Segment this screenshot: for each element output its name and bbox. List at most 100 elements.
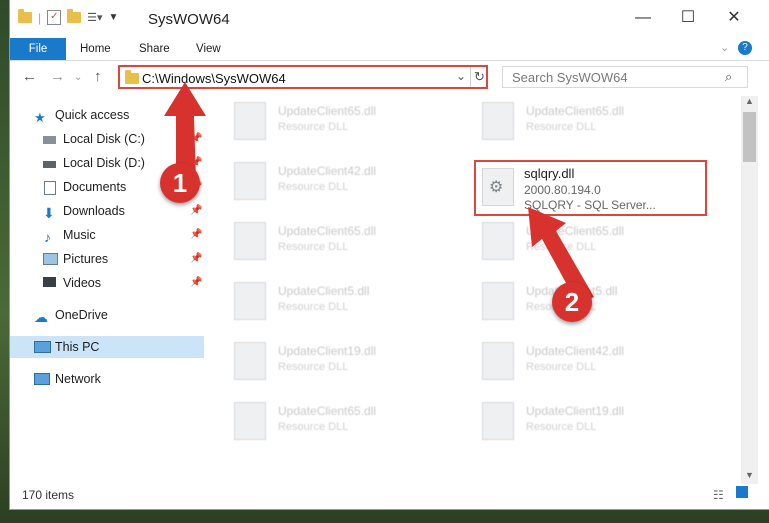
sidebar-item-this-pc[interactable]: This PC — [10, 336, 204, 358]
close-button[interactable]: ✕ — [724, 8, 744, 28]
file-type: Resource DLL — [278, 301, 349, 313]
dll-file-icon — [482, 282, 514, 320]
sidebar-item-label: This PC — [55, 340, 100, 354]
step-marker-1: 1 — [160, 163, 200, 203]
file-name: UpdateClient65.dll — [278, 104, 377, 118]
gear-icon: ⚙ — [489, 179, 504, 196]
picture-icon — [43, 253, 58, 265]
file-tile[interactable]: UpdateClient65.dll Resource DLL — [204, 96, 424, 144]
search-placeholder: Search SysWOW64 — [512, 70, 628, 85]
recent-chevron-icon[interactable]: ⌄ — [74, 72, 82, 83]
download-arrow-icon: ⬇ — [43, 205, 55, 221]
sidebar-item-videos[interactable]: Videos 📌 — [10, 272, 204, 294]
gear-file-icon: ⚙ — [482, 168, 514, 206]
up-arrow-icon[interactable]: ↑ — [94, 68, 102, 85]
file-type: Resource DLL — [526, 421, 597, 433]
folder-icon — [125, 70, 139, 84]
file-type: Resource DLL — [278, 241, 349, 253]
large-icons-view-icon[interactable] — [736, 486, 748, 498]
file-list: UpdateClient65.dll Resource DLL UpdateCl… — [204, 96, 741, 494]
pin-icon[interactable]: 📌 — [190, 248, 202, 270]
search-input[interactable]: Search SysWOW64 ⌕ — [502, 66, 748, 88]
file-tile[interactable]: UpdateClient42.dll Resource DLL — [452, 336, 672, 384]
dll-file-icon — [234, 102, 266, 140]
sidebar-item-network[interactable]: Network — [10, 368, 204, 390]
sidebar-item-label: Videos — [63, 276, 101, 290]
customize-icon[interactable]: ☰▾ — [87, 11, 102, 24]
forward-arrow-icon[interactable]: → — [50, 68, 65, 85]
file-tile[interactable]: UpdateClient5.dll Resource DLL — [204, 276, 424, 324]
file-name: UpdateClient65.dll — [278, 404, 377, 418]
dll-file-icon — [482, 342, 514, 380]
step-marker-2: 2 — [552, 282, 592, 322]
dll-file-icon — [482, 102, 514, 140]
pin-icon[interactable]: 📌 — [190, 272, 202, 294]
music-note-icon: ♪ — [44, 229, 51, 245]
tab-view[interactable]: View — [196, 38, 221, 60]
pin-icon[interactable]: 📌 — [190, 224, 202, 246]
dll-file-icon — [482, 402, 514, 440]
search-icon[interactable]: ⌕ — [725, 69, 732, 85]
details-view-icon[interactable]: ☷ — [713, 488, 724, 502]
file-name: sqlqry.dll — [524, 166, 575, 181]
file-tile[interactable]: UpdateClient19.dll Resource DLL — [452, 396, 672, 444]
explorer-window: | ✓ ☰▾ ▼ SysWOW64 — ☐ ✕ File Home Share … — [10, 0, 769, 509]
expand-ribbon-icon[interactable]: ⌄ — [720, 41, 729, 54]
network-icon — [34, 373, 50, 385]
minimize-button[interactable]: — — [633, 8, 653, 28]
dll-file-icon — [482, 222, 514, 260]
sidebar-item-label: Downloads — [63, 204, 125, 218]
chevron-down-icon[interactable]: ▼ — [109, 12, 119, 23]
separator: | — [38, 10, 42, 25]
file-tile[interactable]: UpdateClient65.dll Resource DLL — [204, 396, 424, 444]
tab-home[interactable]: Home — [80, 38, 111, 60]
maximize-button[interactable]: ☐ — [678, 8, 698, 28]
file-name: UpdateClient42.dll — [526, 344, 625, 358]
dll-file-icon — [234, 402, 266, 440]
folder-icon[interactable] — [18, 9, 32, 23]
file-tile[interactable]: UpdateClient42.dll Resource DLL — [204, 156, 424, 204]
sidebar-item-label: Pictures — [63, 252, 109, 266]
file-type: Resource DLL — [526, 121, 597, 133]
address-row: ← → ⌄ ↑ C:\Windows\SysWOW64 ⌄ ↻ Search S… — [10, 62, 769, 94]
film-icon — [43, 277, 56, 287]
file-type: Resource DLL — [278, 421, 349, 433]
window-title: SysWOW64 — [148, 11, 230, 28]
computer-icon — [34, 341, 51, 353]
item-count: 170 items — [22, 488, 75, 502]
scroll-down-icon[interactable]: ▼ — [745, 470, 754, 480]
sidebar-item-pictures[interactable]: Pictures 📌 — [10, 248, 204, 270]
sidebar-item-onedrive[interactable]: ☁ OneDrive — [10, 304, 204, 326]
dll-file-icon — [234, 162, 266, 200]
file-tile[interactable]: UpdateClient19.dll Resource DLL — [204, 336, 424, 384]
dll-file-icon — [234, 342, 266, 380]
sidebar-item-label: Quick access — [55, 108, 130, 122]
separator — [470, 67, 471, 87]
back-arrow-icon[interactable]: ← — [22, 68, 37, 85]
tab-file[interactable]: File — [10, 38, 66, 60]
document-icon — [44, 181, 56, 195]
file-name: UpdateClient19.dll — [278, 344, 377, 358]
properties-icon[interactable]: ✓ — [47, 10, 62, 25]
dll-file-icon — [234, 282, 266, 320]
vertical-scrollbar[interactable]: ▲ ▼ — [741, 96, 758, 494]
refresh-icon[interactable]: ↻ — [474, 69, 485, 85]
sidebar-item-music[interactable]: ♪ Music 📌 — [10, 224, 204, 246]
scroll-thumb[interactable] — [743, 112, 756, 162]
star-icon: ★ — [34, 110, 46, 125]
help-icon[interactable]: ? — [738, 41, 752, 55]
new-folder-icon[interactable] — [67, 9, 82, 23]
title-bar: | ✓ ☰▾ ▼ SysWOW64 — ☐ ✕ — [10, 0, 769, 38]
quick-access-toolbar: | ✓ ☰▾ ▼ — [18, 9, 119, 25]
sidebar-item-downloads[interactable]: ⬇ Downloads 📌 — [10, 200, 204, 222]
status-bar: 170 items ☷ — [10, 484, 769, 509]
file-name: UpdateClient5.dll — [278, 284, 370, 298]
file-name: UpdateClient65.dll — [278, 224, 377, 238]
file-tile[interactable]: UpdateClient65.dll Resource DLL — [204, 216, 424, 264]
tab-share[interactable]: Share — [139, 38, 170, 60]
scroll-up-icon[interactable]: ▲ — [745, 96, 754, 106]
file-tile[interactable]: UpdateClient65.dll Resource DLL — [452, 96, 672, 144]
sidebar-item-label: Local Disk (C:) — [63, 132, 145, 146]
address-dropdown-icon[interactable]: ⌄ — [456, 69, 466, 83]
pin-icon[interactable]: 📌 — [190, 200, 202, 222]
